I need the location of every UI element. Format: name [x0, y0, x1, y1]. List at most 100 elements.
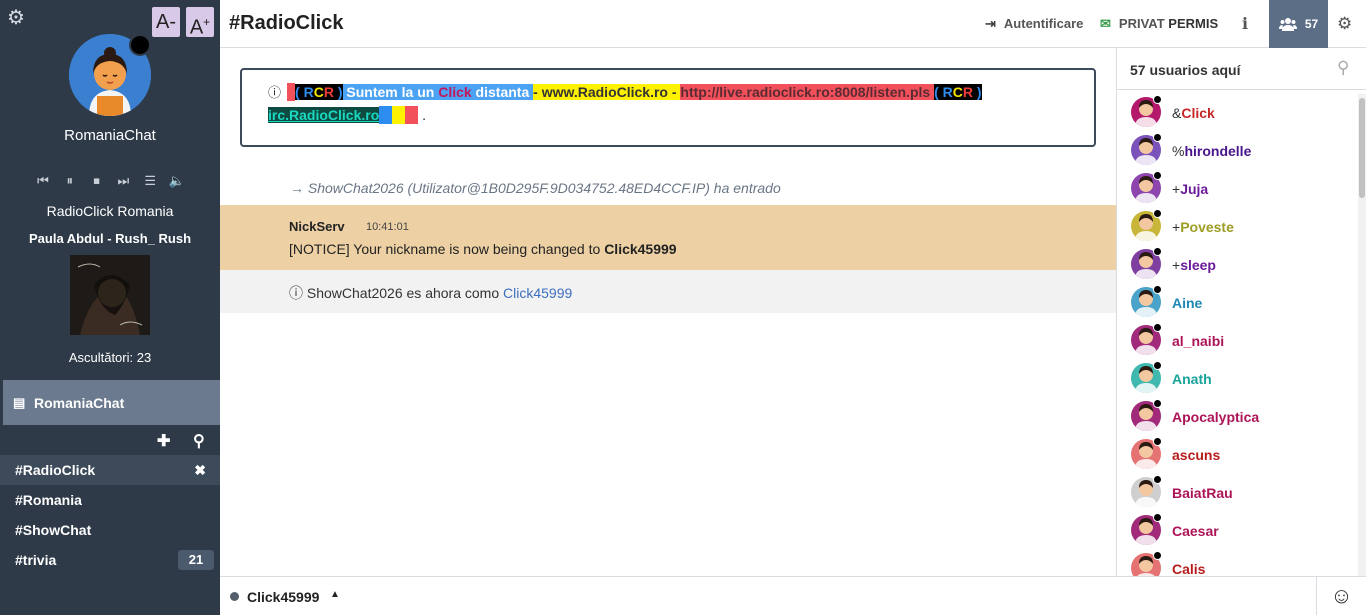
user-name: al_naibi — [1172, 333, 1225, 349]
radio-station-name: RadioClick Romania — [46, 203, 174, 219]
user-name: BaiatRau — [1172, 485, 1233, 501]
users-panel: 57 usuarios aquí ⚲ &Click %hirondelle +Juj… — [1116, 48, 1366, 576]
nickchange-nick[interactable]: Click45999 — [503, 285, 572, 301]
channel-item-radioclick[interactable]: #RadioClick ✖ — [0, 455, 220, 485]
info-icon[interactable]: i — [1242, 14, 1248, 33]
user-list-item[interactable]: +Juja — [1117, 170, 1357, 208]
close-channel-icon[interactable]: ✖ — [194, 455, 206, 485]
private-toggle[interactable]: ✉ PRIVAT PERMIS — [1100, 16, 1218, 32]
message-time: 10:41:01 — [366, 221, 409, 233]
next-icon[interactable]: ⏭ — [114, 173, 132, 189]
channel-label: #trivia — [15, 552, 57, 568]
join-message: → ShowChat2026 (Utilizator@1B0D295F.9D03… — [290, 180, 781, 196]
user-list-scrollbar[interactable] — [1358, 94, 1366, 576]
search-users-icon[interactable]: ⚲ — [1337, 58, 1349, 78]
channel-topic: ⓘ( RCR ) Suntem la un Click distanta - w… — [240, 68, 1096, 147]
user-name: Apocalyptica — [1172, 409, 1260, 425]
topic-stream-link[interactable]: http://live.radioclick.ro:8008/listen.pl… — [680, 84, 935, 100]
header: #RadioClick ⇥ Autentificare ✉ PRIVAT PERMI… — [220, 0, 1366, 48]
pause-icon[interactable]: ⏸ — [61, 173, 79, 189]
topic-site: - www.RadioClick.ro - — [533, 84, 681, 100]
user-status-dot — [1153, 513, 1162, 522]
emoji-icon[interactable]: ☺ — [1316, 577, 1366, 615]
user-list-item[interactable]: %hirondelle — [1117, 132, 1357, 170]
user-list-item[interactable]: ascuns — [1117, 436, 1357, 474]
previous-icon[interactable]: ⏮ — [34, 173, 52, 189]
user-name: Click — [1181, 105, 1215, 121]
users-toggle-button[interactable]: 57 — [1269, 0, 1328, 48]
channel-list: #RadioClick ✖ #Romania #ShowChat #trivia… — [0, 455, 220, 575]
user-prefix: + — [1172, 219, 1181, 235]
user-list-item[interactable]: al_naibi — [1117, 322, 1357, 360]
channel-label: #RadioClick — [15, 462, 96, 478]
channel-item-showchat[interactable]: #ShowChat — [0, 515, 220, 545]
user-prefix: + — [1172, 181, 1181, 197]
topic-c: C — [313, 84, 324, 100]
user-name: Poveste — [1180, 219, 1234, 235]
caret-up-icon[interactable]: ▲ — [330, 589, 340, 600]
user-nick: %hirondelle — [1172, 143, 1251, 159]
search-channel-icon[interactable]: ⚲ — [193, 431, 205, 451]
font-decrease-button[interactable]: A- — [152, 7, 180, 37]
user-nick: ascuns — [1172, 447, 1220, 463]
topic-r2: R — [323, 84, 334, 100]
channel-label: #Romania — [15, 492, 82, 508]
topic-irc-link[interactable]: irc.RadioClick.ro — [268, 107, 380, 123]
user-name: Caesar — [1172, 523, 1219, 539]
private-state: PERMIS — [1168, 16, 1219, 31]
nick-change-message: ⓘ ShowChat2026 es ahora como Click45999 — [220, 270, 1116, 313]
user-list-item[interactable]: +Poveste — [1117, 208, 1357, 246]
now-playing-track: Paula Abdul - Rush_ Rush — [28, 231, 192, 246]
user-list-item[interactable]: Anath — [1117, 360, 1357, 398]
channel-item-romania[interactable]: #Romania — [0, 485, 220, 515]
user-list-item[interactable]: Calis — [1117, 550, 1357, 576]
font-increase-label: A — [189, 16, 204, 39]
user-status-dot — [1153, 475, 1162, 484]
channel-settings-gear-icon[interactable]: ⚙ — [1337, 14, 1352, 34]
my-nick-button[interactable]: Click45999 — [247, 589, 319, 605]
user-list: &Click %hirondelle +Juja +Poveste +sleep Aine… — [1117, 94, 1357, 576]
user-list-item[interactable]: Aine — [1117, 284, 1357, 322]
user-nick: Anath — [1172, 371, 1212, 387]
volume-icon[interactable]: 🔈 — [168, 173, 186, 189]
user-list-item[interactable]: &Click — [1117, 94, 1357, 132]
users-header: 57 usuarios aquí ⚲ — [1117, 48, 1366, 90]
font-increase-button[interactable]: A+ — [186, 7, 214, 39]
user-nick: &Click — [1172, 105, 1215, 121]
envelope-icon: ✉ — [1100, 16, 1111, 31]
server-item[interactable]: ▤ RomaniaChat — [3, 380, 220, 425]
notice-text: [NOTICE] Your nickname is now being chan… — [289, 241, 605, 257]
user-list-item[interactable]: BaiatRau — [1117, 474, 1357, 512]
user-status-dot — [1153, 209, 1162, 218]
font-increase-sup: + — [203, 15, 211, 29]
unread-badge: 21 — [178, 550, 214, 570]
settings-gear-icon[interactable]: ⚙ — [7, 8, 27, 28]
scrollbar-thumb[interactable] — [1359, 98, 1365, 198]
user-status-dot — [1153, 95, 1162, 104]
user-list-item[interactable]: +sleep — [1117, 246, 1357, 284]
user-list-item[interactable]: Apocalyptica — [1117, 398, 1357, 436]
user-list-item[interactable]: Caesar — [1117, 512, 1357, 550]
user-nick: BaiatRau — [1172, 485, 1233, 501]
topic-open: ( — [295, 84, 304, 100]
user-nick: al_naibi — [1172, 333, 1224, 349]
listeners-count: Ascultători: 23 — [68, 350, 152, 365]
topic-slogan-a: Suntem la un — [342, 84, 439, 100]
add-channel-icon[interactable]: ✚ — [157, 431, 170, 451]
message-sender[interactable]: NickServ — [289, 219, 345, 234]
user-status-dot — [1153, 285, 1162, 294]
stop-icon[interactable]: ⏹ — [88, 173, 106, 189]
topic-click: Click — [438, 84, 472, 100]
user-prefix: % — [1172, 143, 1185, 159]
users-count-label: 57 usuarios aquí — [1130, 62, 1241, 78]
input-bar: Click45999 ▲ ☺ — [220, 576, 1366, 615]
playlist-icon[interactable]: ☰ — [141, 173, 159, 189]
avatar[interactable] — [69, 34, 151, 116]
user-status-dot — [1153, 247, 1162, 256]
auth-button[interactable]: ⇥ Autentificare — [985, 16, 1083, 32]
topic-close-2: ) — [973, 84, 982, 100]
channel-item-trivia[interactable]: #trivia 21 — [0, 545, 220, 575]
users-count: 57 — [1304, 17, 1319, 31]
info-circle-icon: ⓘ — [289, 285, 307, 301]
chat-area: ⓘ( RCR ) Suntem la un Click distanta - w… — [220, 48, 1116, 576]
